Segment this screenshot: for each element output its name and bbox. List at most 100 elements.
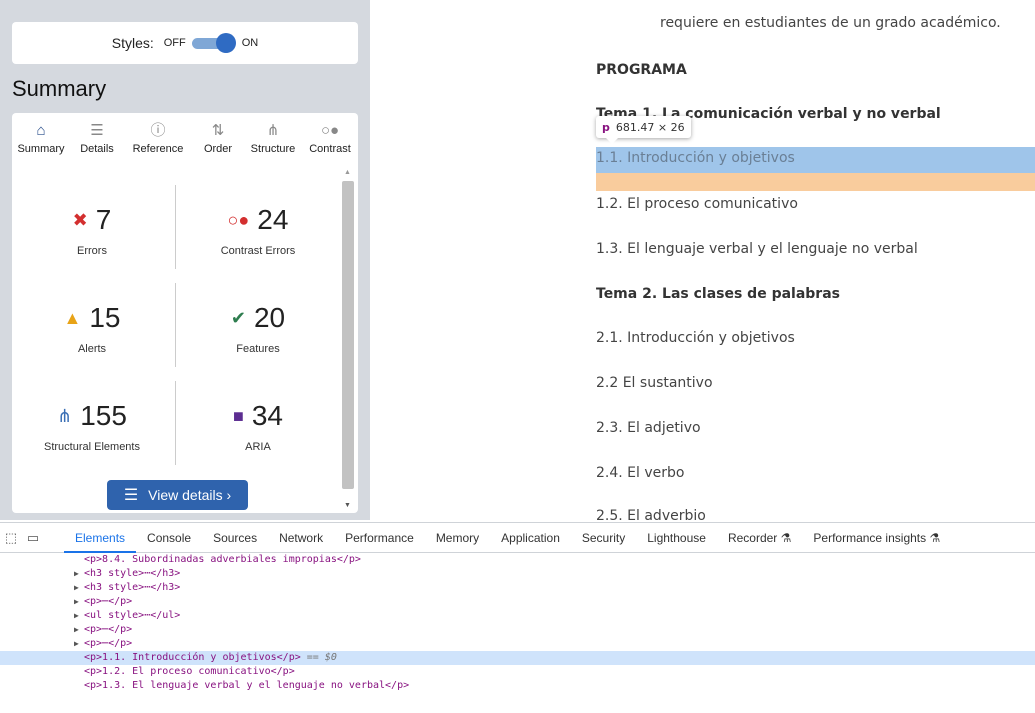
styles-off-label: OFF: [163, 37, 186, 49]
devtools-tab-recorder[interactable]: Recorder ⚗: [717, 523, 802, 553]
view-details-label: View details ›: [148, 487, 232, 503]
dom-node-markup: <h3 style>⋯</h3>: [84, 568, 181, 579]
list-item: 2.4. El verbo: [596, 465, 685, 481]
expand-arrow-icon[interactable]: ▶: [74, 637, 84, 651]
stat-value: 155: [80, 400, 127, 431]
tema2-heading: Tema 2. Las clases de palabras: [596, 286, 840, 302]
devtools-tab-lighthouse[interactable]: Lighthouse: [636, 523, 717, 553]
dom-node[interactable]: ▶ <p>⋯</p>: [0, 637, 1035, 651]
tooltip-tag: p: [602, 120, 610, 134]
wave-tab-bar: ⌂ Summary ☰ Details ⓘ Reference ⇅ Order ⋔ Structu…: [12, 113, 358, 169]
tab-details[interactable]: ☰ Details: [70, 113, 124, 169]
expand-arrow-icon[interactable]: ▶: [74, 623, 84, 637]
tab-summary[interactable]: ⌂ Summary: [12, 113, 70, 169]
stat-features[interactable]: ✔ 20 Features: [178, 299, 338, 355]
stat-label: Structural Elements: [44, 441, 140, 453]
expand-arrow-icon[interactable]: ▶: [74, 609, 84, 623]
devtools-tab-application[interactable]: Application: [490, 523, 571, 553]
dom-node-markup: <ul style>⋯</ul>: [84, 610, 181, 621]
stat-label: Alerts: [77, 343, 107, 355]
expand-arrow-icon[interactable]: ▶: [74, 567, 84, 581]
tab-structure[interactable]: ⋔ Structure: [244, 113, 302, 169]
tab-reference[interactable]: ⓘ Reference: [124, 113, 192, 169]
dom-node[interactable]: ▶ <p>⋯</p>: [0, 595, 1035, 609]
dom-node[interactable]: ▶ <p>⋯</p>: [0, 623, 1035, 637]
stat-structural-elements[interactable]: ⋔ 155 Structural Elements: [12, 397, 172, 453]
intro-text: requiere en estudiantes de un grado acad…: [660, 15, 1001, 31]
stat-label: Errors: [77, 245, 107, 257]
dom-node-markup: <p>⋯</p>: [84, 624, 133, 635]
stat-alerts[interactable]: ▲ 15 Alerts: [12, 299, 172, 355]
stat-label: ARIA: [245, 441, 271, 453]
dom-tree: <p>8.4. Subordinadas adverbiales impropi…: [0, 553, 1035, 693]
stat-count: ✖ 7: [12, 201, 172, 239]
programa-heading: PROGRAMA: [596, 62, 687, 78]
dom-node[interactable]: ▶ <h3 style>⋯</h3>: [0, 567, 1035, 581]
stat-label: Contrast Errors: [220, 245, 296, 257]
devtools-tab-memory[interactable]: Memory: [425, 523, 490, 553]
contrast-icon: ○●: [320, 122, 340, 139]
list-item: 2.3. El adjetivo: [596, 420, 701, 436]
device-toolbar-icon[interactable]: ▭: [22, 530, 44, 546]
stat-value: 15: [89, 302, 121, 333]
devtools-tab-performance-insights[interactable]: Performance insights ⚗: [802, 523, 951, 553]
expand-arrow-icon[interactable]: ▶: [74, 595, 84, 609]
dom-node-markup: <p>⋯</p>: [84, 638, 133, 649]
devtools-tab-console[interactable]: Console: [136, 523, 202, 553]
styles-toggle-bar: Styles: OFF ON: [12, 22, 358, 64]
divider: [175, 283, 176, 367]
dom-node-markup: <p>1.1. Introducción y objetivos</p>: [84, 652, 301, 663]
stat-value: 20: [253, 302, 286, 333]
dom-node[interactable]: ▶ <h3 style>⋯</h3>: [0, 581, 1035, 595]
stat-errors[interactable]: ✖ 7 Errors: [12, 201, 172, 257]
devtools-tabs: Elements Console Sources Network Performance…: [64, 523, 951, 553]
dom-node-markup: <p>⋯</p>: [84, 596, 133, 607]
inspect-element-icon[interactable]: ⬚: [0, 530, 22, 546]
stat-value: 34: [251, 400, 284, 431]
devtools-tab-sources[interactable]: Sources: [202, 523, 268, 553]
list-item: 1.1. Introducción y objetivos: [596, 150, 795, 166]
dom-node[interactable]: <p>8.4. Subordinadas adverbiales impropi…: [0, 553, 1035, 567]
dom-node[interactable]: <p>1.3. El lenguaje verbal y el lenguaje…: [0, 679, 1035, 693]
info-icon: ⓘ: [150, 122, 166, 139]
dom-node-selected[interactable]: <p>1.1. Introducción y objetivos</p> == …: [0, 651, 1035, 665]
styles-toggle[interactable]: [191, 33, 236, 53]
selected-node-marker: == $0: [300, 652, 337, 663]
order-icon: ⇅: [211, 122, 225, 139]
divider: [175, 185, 176, 269]
margin-highlight: [596, 173, 1035, 191]
summary-title: Summary: [12, 76, 107, 101]
stat-count: ✔ 20: [178, 299, 338, 337]
tab-label: Order: [203, 143, 233, 155]
stat-contrast-errors[interactable]: ○● 24 Contrast Errors: [178, 201, 338, 257]
inspect-tooltip: p 681.47 × 26: [596, 116, 691, 144]
dom-node[interactable]: <p>1.2. El proceso comunicativo</p>: [0, 665, 1035, 679]
summary-scrollbar[interactable]: ▲ ▼: [342, 169, 354, 513]
scroll-down-icon[interactable]: ▼: [344, 502, 351, 509]
tab-order[interactable]: ⇅ Order: [192, 113, 244, 169]
devtools-tab-elements[interactable]: Elements: [64, 523, 137, 553]
tooltip-size: 681.47 × 26: [615, 120, 685, 134]
stat-value: 24: [257, 204, 289, 235]
expand-arrow-icon[interactable]: ▶: [74, 581, 84, 595]
tab-label: Summary: [17, 143, 65, 155]
view-details-button[interactable]: ☰ View details ›: [107, 480, 248, 510]
devtools-tab-performance[interactable]: Performance: [334, 523, 425, 553]
stat-aria[interactable]: ■ 34 ARIA: [178, 397, 338, 453]
stat-value: 7: [95, 204, 112, 235]
alert-icon: ▲: [63, 307, 82, 328]
list-item: 2.5. El adverbio: [596, 508, 706, 522]
dom-node[interactable]: ▶ <ul style>⋯</ul>: [0, 609, 1035, 623]
tab-label: Structure: [250, 143, 296, 155]
list-item: 1.3. El lenguaje verbal y el lenguaje no…: [596, 241, 918, 257]
devtools-tab-security[interactable]: Security: [571, 523, 636, 553]
tab-contrast[interactable]: ○● Contrast: [302, 113, 358, 169]
contrast-error-icon: ○●: [227, 209, 250, 230]
list-item: 2.1. Introducción y objetivos: [596, 330, 795, 346]
list-item: 2.2 El sustantivo: [596, 375, 713, 391]
dom-node-markup: <h3 style>⋯</h3>: [84, 582, 181, 593]
devtools-tab-network[interactable]: Network: [268, 523, 334, 553]
scroll-up-icon[interactable]: ▲: [344, 169, 351, 176]
scrollbar-thumb[interactable]: [342, 181, 354, 489]
divider: [175, 381, 176, 465]
